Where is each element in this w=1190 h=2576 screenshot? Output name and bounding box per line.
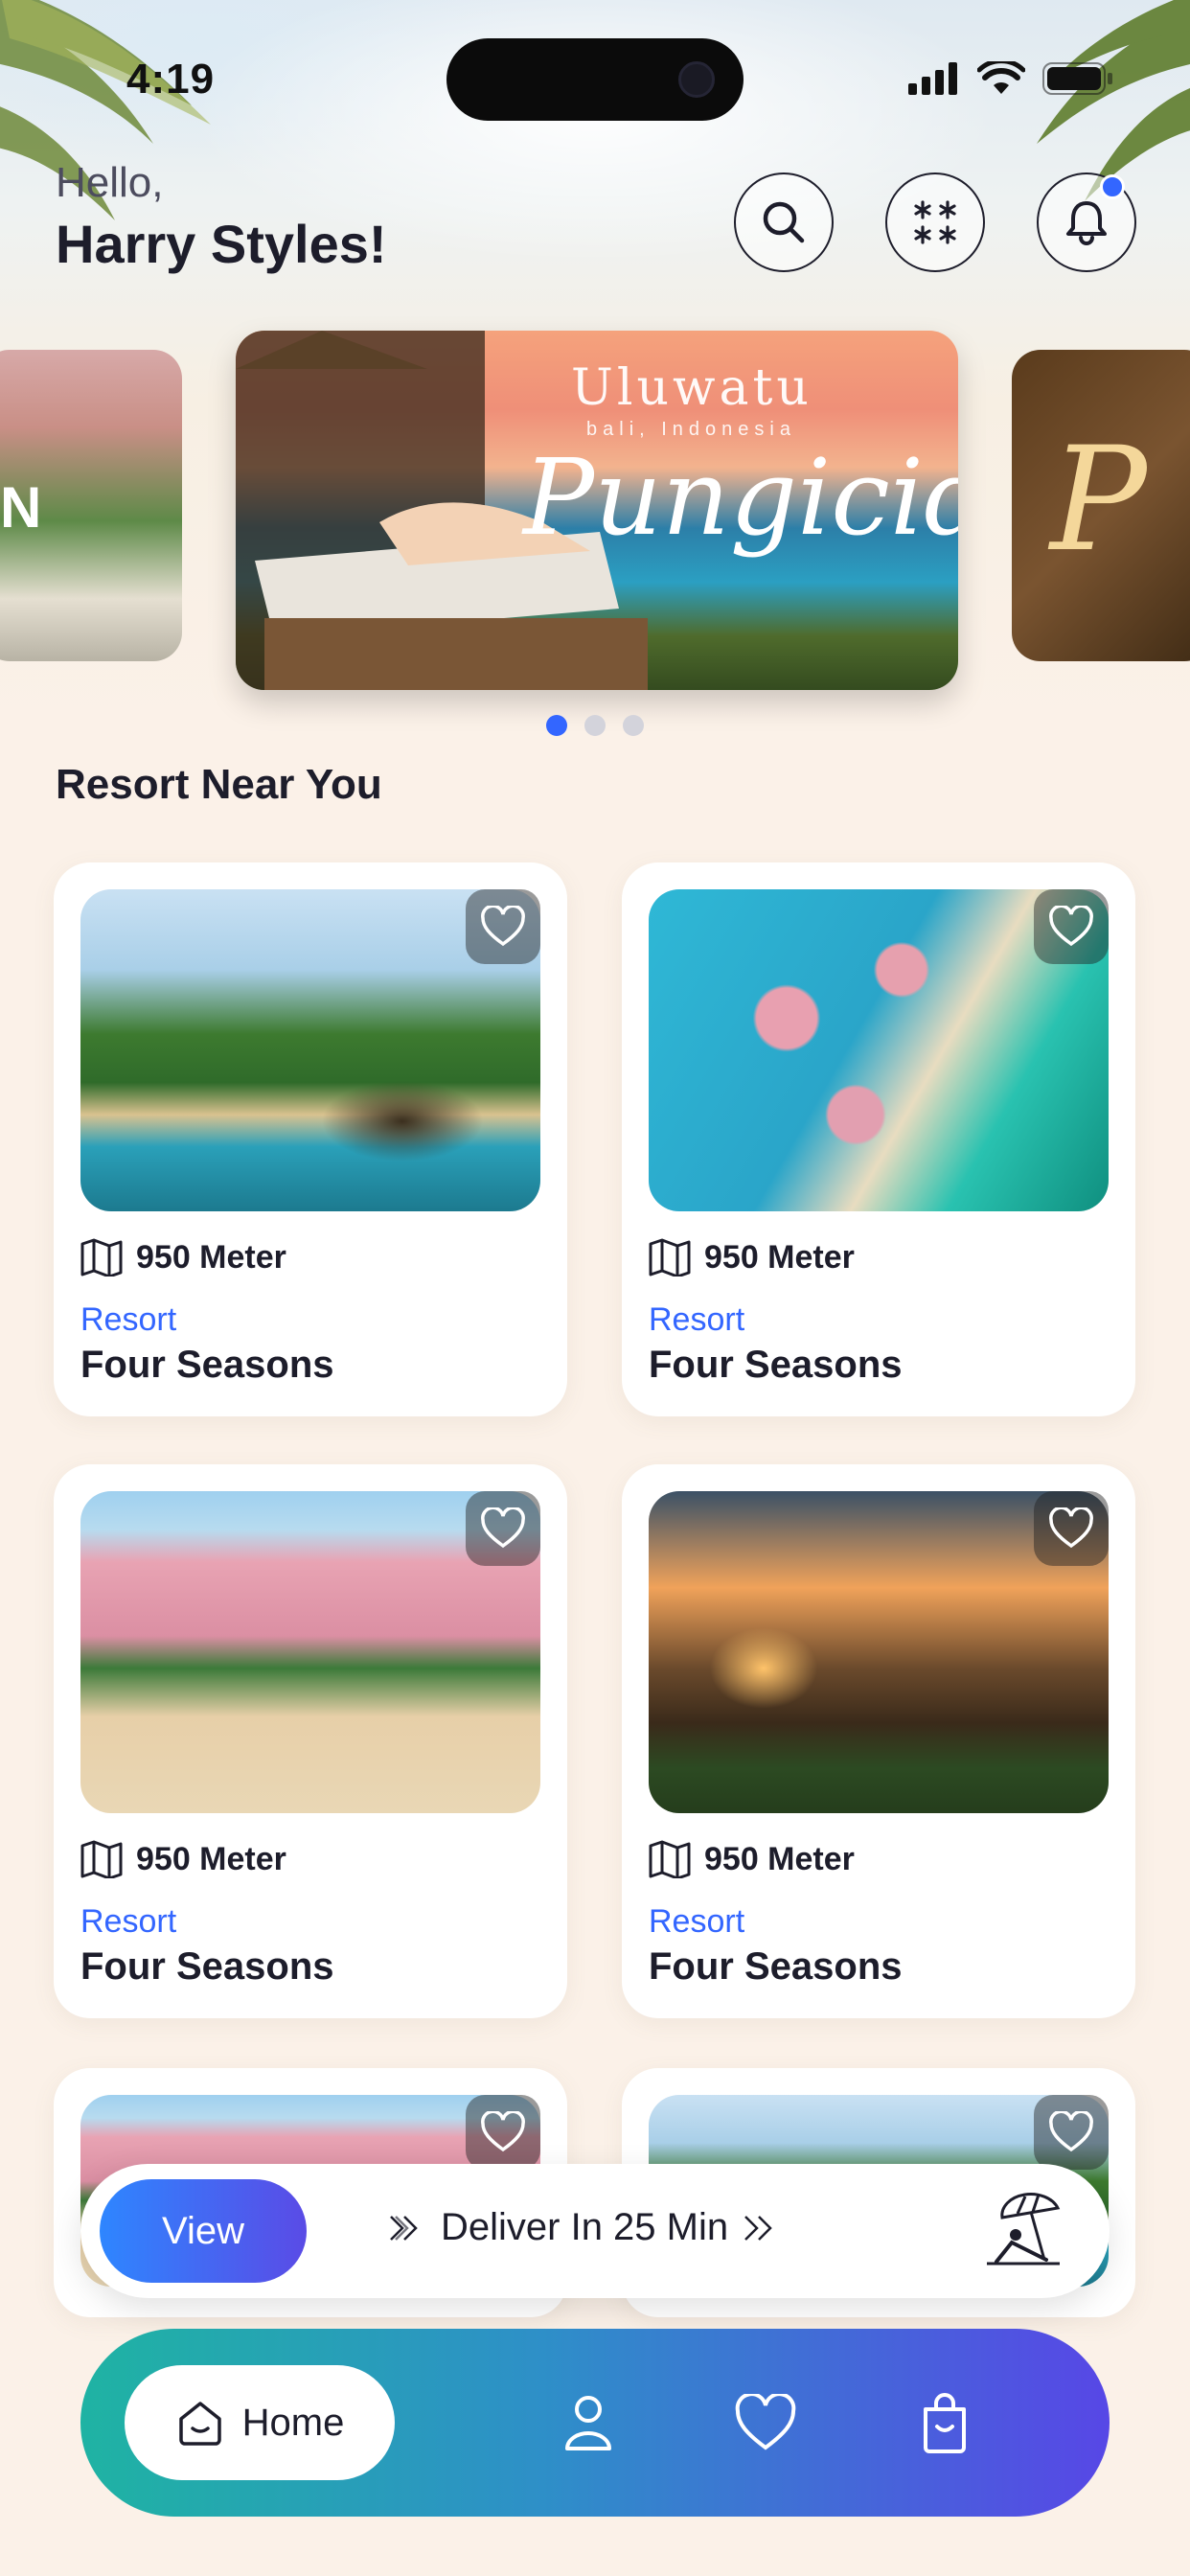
resort-name: Four Seasons — [80, 1344, 334, 1386]
heart-icon — [481, 906, 525, 947]
nav-label-home: Home — [241, 2401, 345, 2444]
map-icon — [649, 1238, 691, 1276]
notification-badge — [1100, 174, 1125, 199]
search-icon — [763, 201, 805, 243]
notification-button[interactable] — [1037, 172, 1136, 272]
user-name: Harry Styles! — [56, 214, 387, 274]
heart-icon — [481, 1507, 525, 1549]
resort-category: Resort — [649, 1903, 745, 1940]
section-title: Resort Near You — [56, 761, 382, 808]
favorite-button[interactable] — [1034, 889, 1109, 964]
resort-category: Resort — [80, 1903, 177, 1940]
resort-distance: 950 Meter — [649, 1238, 855, 1276]
nav-item-profile[interactable] — [550, 2384, 627, 2461]
favorite-button[interactable] — [466, 2095, 540, 2170]
system-icons — [908, 61, 1113, 96]
map-icon — [80, 1840, 123, 1878]
nav-item-cart[interactable] — [906, 2384, 983, 2461]
resort-card[interactable]: 950 Meter Resort Four Seasons — [54, 862, 567, 1416]
heart-icon — [1049, 1507, 1093, 1549]
favorite-button[interactable] — [466, 889, 540, 964]
carousel-dot[interactable] — [546, 715, 567, 736]
distance-text: 950 Meter — [136, 1840, 286, 1877]
resort-card[interactable]: 950 Meter Resort Four Seasons — [622, 1464, 1135, 2018]
slide-script-text: Pungicide — [523, 436, 958, 559]
nav-item-home[interactable]: Home — [125, 2365, 395, 2480]
user-icon — [565, 2396, 611, 2450]
delivery-info: Deliver In 25 Min — [387, 2206, 782, 2249]
greeting-text: Hello, — [56, 159, 164, 206]
favorite-button[interactable] — [1034, 1491, 1109, 1566]
bag-icon — [924, 2393, 966, 2453]
distance-text: 950 Meter — [136, 1238, 286, 1276]
double-chevron-right-icon — [390, 2215, 418, 2241]
heart-icon — [481, 2111, 525, 2152]
resort-card[interactable]: 950 Meter Resort Four Seasons — [54, 1464, 567, 2018]
heart-icon — [1049, 906, 1093, 947]
resort-category: Resort — [80, 1301, 177, 1338]
dynamic-island — [446, 38, 744, 121]
carousel-slide-next[interactable]: P — [1012, 350, 1190, 661]
status-bar: 4:19 — [0, 0, 1190, 153]
search-button[interactable] — [734, 172, 834, 272]
nav-item-favorites[interactable] — [727, 2384, 804, 2461]
home-icon — [178, 2402, 221, 2446]
carousel-pagination — [546, 715, 644, 736]
resort-name: Four Seasons — [80, 1945, 334, 1988]
resort-category: Resort — [649, 1301, 745, 1338]
slide-overlay-text: N — [0, 475, 42, 540]
cellular-signal-icon — [908, 62, 957, 95]
heart-icon — [1049, 2111, 1093, 2152]
map-icon — [80, 1238, 123, 1276]
map-icon — [649, 1840, 691, 1878]
view-button[interactable]: View — [100, 2179, 307, 2283]
carousel-dot[interactable] — [584, 715, 606, 736]
battery-icon — [1042, 62, 1112, 95]
distance-text: 950 Meter — [704, 1840, 855, 1877]
distance-text: 950 Meter — [704, 1238, 855, 1276]
resort-distance: 950 Meter — [80, 1238, 286, 1276]
status-time: 4:19 — [126, 56, 216, 103]
wifi-icon — [977, 61, 1025, 94]
bottom-navigation: Home — [80, 2329, 1110, 2517]
beach-umbrella-icon — [987, 2193, 1061, 2266]
resort-card[interactable]: 950 Meter Resort Four Seasons — [622, 862, 1135, 1416]
menu-button[interactable] — [885, 172, 985, 272]
delivery-banner: View Deliver In 25 Min — [80, 2164, 1110, 2298]
carousel-dot[interactable] — [623, 715, 644, 736]
resort-name: Four Seasons — [649, 1945, 903, 1988]
favorite-button[interactable] — [466, 1491, 540, 1566]
carousel-slide-prev[interactable]: N — [0, 350, 182, 661]
heart-icon — [735, 2394, 796, 2450]
resort-distance: 950 Meter — [80, 1840, 286, 1878]
slide-title: Uluwatu — [571, 359, 812, 417]
resort-distance: 950 Meter — [649, 1840, 855, 1878]
carousel-slide-active[interactable]: Uluwatu bali, Indonesia Pungicide — [236, 331, 958, 690]
favorite-button[interactable] — [1034, 2095, 1109, 2170]
asterisk-grid-icon — [914, 200, 956, 244]
double-chevron-right-icon — [744, 2215, 772, 2241]
delivery-text: Deliver In 25 Min — [441, 2206, 729, 2248]
resort-name: Four Seasons — [649, 1344, 903, 1386]
bell-icon — [1066, 201, 1107, 245]
slide-overlay-text: P — [1050, 417, 1147, 584]
